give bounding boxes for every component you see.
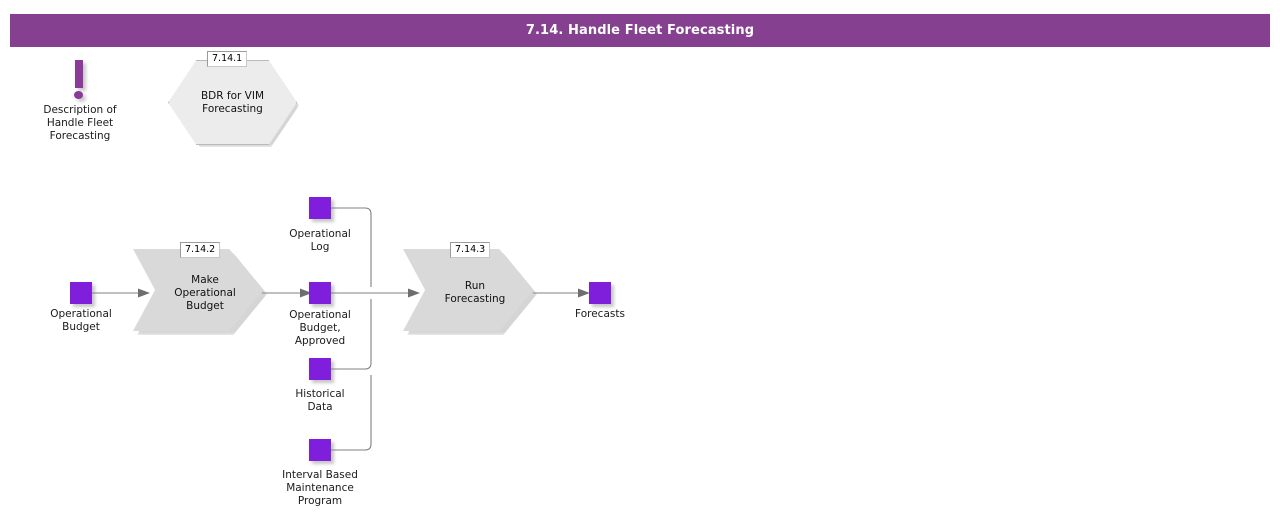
shape-label: Make Operational Budget <box>174 273 236 312</box>
shape-label: Run Forecasting <box>444 280 506 305</box>
shape-id-badge-7-14-2: 7.14.2 <box>180 242 221 258</box>
data-object-operational-budget[interactable] <box>70 282 92 304</box>
data-object-interval-based-maintenance-program[interactable] <box>309 439 331 461</box>
data-object-label-operational-log: Operational Log <box>289 228 351 253</box>
exclamation-icon <box>75 60 83 88</box>
shape-id-badge-7-14-1: 7.14.1 <box>207 51 248 67</box>
data-object-label-operational-budget: Operational Budget <box>50 308 112 333</box>
shape-label: BDR for VIM Forecasting <box>200 89 265 115</box>
page-title: 7.14. Handle Fleet Forecasting <box>525 23 755 38</box>
shape-id-badge-7-14-3: 7.14.3 <box>450 242 491 258</box>
arrowhead-into-run <box>408 288 420 298</box>
arrowhead-into-make <box>138 288 150 298</box>
data-object-label-interval-based-maintenance-program: Interval Based Maintenance Program <box>282 469 358 507</box>
data-object-label-historical-data: Historical Data <box>295 388 345 413</box>
data-object-operational-budget-approved[interactable] <box>309 282 331 304</box>
data-object-operational-log[interactable] <box>309 197 331 219</box>
data-object-label-forecasts: Forecasts <box>575 308 625 320</box>
data-object-forecasts[interactable] <box>589 282 611 304</box>
data-object-label-operational-budget-approved: Operational Budget, Approved <box>289 309 351 347</box>
exclamation-dot-icon <box>74 91 83 99</box>
data-object-historical-data[interactable] <box>309 358 331 380</box>
description-label: Description of Handle Fleet Forecasting <box>43 104 117 142</box>
page-title-bar: 7.14. Handle Fleet Forecasting <box>10 14 1270 47</box>
